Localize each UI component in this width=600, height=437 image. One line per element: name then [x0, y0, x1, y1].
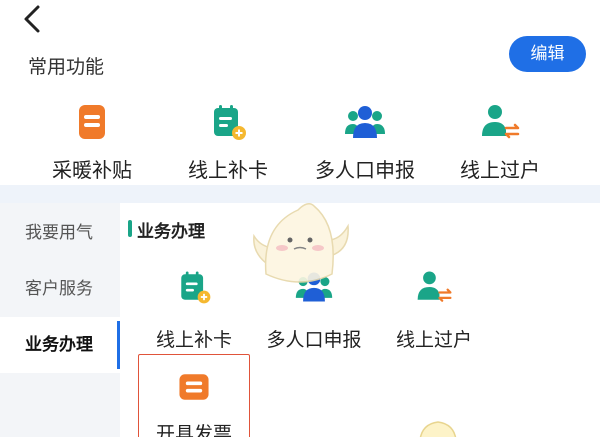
mascot-illustration [253, 203, 349, 283]
business-section-title: 业务办理 [128, 217, 205, 242]
card-replace-icon [214, 105, 246, 140]
fav-item-label: 采暖补贴 [52, 158, 132, 182]
category-sidebar: 我要用气 客户服务 业务办理 [0, 203, 120, 437]
fav-item-multi-person[interactable]: 多人口申报 [295, 95, 435, 183]
fav-item-heating-subsidy[interactable]: 采暖补贴 [22, 95, 162, 183]
transfer-icon [482, 105, 520, 139]
transfer-icon [417, 271, 452, 302]
business-item-label: 多人口申报 [266, 329, 362, 351]
business-item-invoice[interactable]: 开具发票 [138, 354, 250, 437]
fav-item-label: 多人口申报 [315, 158, 415, 182]
fav-item-transfer[interactable]: 线上过户 [430, 95, 570, 183]
edit-button[interactable]: 编辑 [509, 36, 586, 72]
business-item-label: 开具发票 [155, 423, 232, 437]
business-item-label: 线上补卡 [155, 329, 232, 351]
business-item-transfer[interactable]: 线上过户 [374, 267, 494, 352]
fav-item-card-replace[interactable]: 线上补卡 [158, 95, 298, 183]
mascot-illustration-small [419, 421, 457, 437]
card-replace-icon [181, 271, 211, 304]
fav-item-label: 线上补卡 [188, 158, 268, 182]
business-item-card-replace[interactable]: 线上补卡 [134, 267, 254, 352]
sidebar-item-gas-usage[interactable]: 我要用气 [0, 205, 120, 261]
sidebar-item-business[interactable]: 业务办理 [0, 317, 120, 373]
fav-item-label: 线上过户 [460, 158, 540, 182]
sidebar-item-customer-service[interactable]: 客户服务 [0, 261, 120, 317]
chevron-left-icon [24, 5, 40, 33]
invoice-icon [179, 374, 209, 400]
favorites-title: 常用功能 [28, 56, 105, 78]
back-button[interactable] [18, 2, 48, 36]
favorites-row: 采暖补贴 线上补卡 多人口申报 线上过户 [0, 95, 600, 185]
business-panel: 业务办理 线上补卡 多人口申报 线上过户 开具发票 [120, 203, 600, 437]
business-item-label: 线上过户 [395, 329, 472, 351]
multi-person-icon [345, 106, 385, 138]
heating-subsidy-icon [79, 105, 105, 139]
